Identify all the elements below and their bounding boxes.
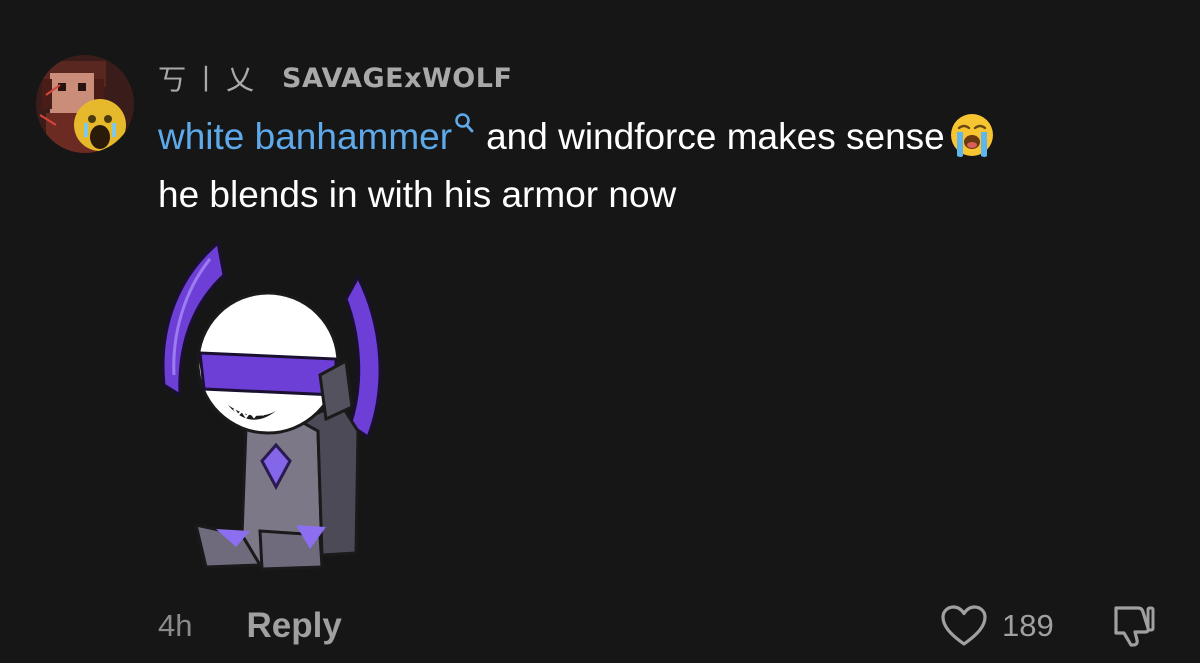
comment-actions: 4h Reply	[158, 602, 342, 650]
comment-second-line: he blends in with his armor now	[158, 174, 677, 215]
heart-outline-icon[interactable]	[940, 604, 988, 648]
armored-character-sticker	[161, 240, 382, 571]
comment-body: and windforce makes sense	[486, 116, 945, 157]
avatar-image	[36, 55, 134, 153]
timestamp: 4h	[158, 608, 193, 643]
comment-item: 丂丨乂 SAVAGExWOLF white banhammer and wind…	[0, 0, 1200, 663]
reply-button[interactable]: Reply	[246, 606, 341, 646]
username-prefix[interactable]: 丂丨乂	[158, 58, 260, 98]
avatar[interactable]	[36, 55, 134, 153]
username[interactable]: SAVAGExWOLF	[282, 63, 512, 94]
mention-link[interactable]: white banhammer	[158, 116, 452, 157]
thumbs-down-icon[interactable]	[1108, 604, 1156, 648]
search-icon[interactable]	[454, 112, 474, 134]
comment-text: white banhammer and windforce makes sens…	[158, 108, 1168, 224]
like-count: 189	[1002, 608, 1054, 643]
like-button[interactable]: 189	[940, 602, 1054, 650]
loudly-crying-face-icon	[950, 114, 993, 158]
comment-header: 丂丨乂 SAVAGExWOLF	[158, 58, 512, 98]
dislike-button[interactable]	[1108, 604, 1156, 653]
sticker-image[interactable]	[150, 235, 395, 580]
